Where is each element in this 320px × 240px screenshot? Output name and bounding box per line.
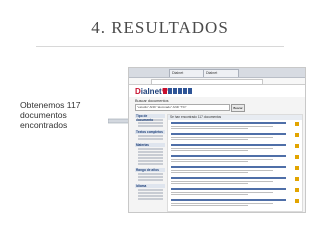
search-label: Buscar documentos — [135, 99, 169, 103]
document-icon — [295, 144, 299, 148]
list-item[interactable] — [171, 133, 299, 142]
nav-item[interactable] — [183, 88, 187, 94]
document-icon — [295, 155, 299, 159]
site-header: Dialnetplus — [129, 85, 305, 97]
filter-section[interactable]: Textos completos — [135, 130, 165, 140]
filter-section[interactable]: Tipo de documento — [135, 114, 165, 127]
nav-item[interactable] — [168, 88, 172, 94]
nav-item[interactable] — [163, 88, 167, 94]
filter-heading: Rango de años — [135, 168, 165, 172]
search-button[interactable]: Buscar — [231, 104, 245, 112]
filter-heading: Textos completos — [135, 130, 165, 134]
browser-tab[interactable]: Dialnet — [169, 69, 205, 77]
list-item[interactable] — [171, 122, 299, 131]
filter-section[interactable]: Rango de años — [135, 168, 165, 181]
document-icon — [295, 188, 299, 192]
document-icon — [295, 122, 299, 126]
document-icon — [295, 177, 299, 181]
document-icon — [295, 133, 299, 137]
list-item[interactable] — [171, 166, 299, 175]
document-icon — [295, 166, 299, 170]
browser-tab[interactable]: Dialnet — [203, 69, 239, 77]
search-area: Buscar documentos "estudio" AND "alumnad… — [135, 99, 299, 112]
nav-item[interactable] — [178, 88, 182, 94]
filter-heading: Idioma — [135, 184, 165, 188]
filter-heading: Tipo de documento — [135, 114, 165, 122]
results-list: Se han encontrado 117 documentos — [167, 114, 303, 212]
list-item[interactable] — [171, 144, 299, 153]
slide-title: 4. RESULTADOS — [91, 18, 229, 37]
title-divider — [36, 46, 284, 47]
document-icon — [295, 199, 299, 203]
list-item[interactable] — [171, 199, 299, 208]
results-count: Se han encontrado 117 documentos — [168, 115, 302, 120]
caption-line: documentos — [20, 110, 67, 120]
search-input[interactable]: "estudio" AND "alumnado" AND "TIC" — [135, 104, 230, 111]
browser-tab-bar: Dialnet Dialnet — [129, 68, 305, 78]
list-item[interactable] — [171, 155, 299, 164]
caption: Obtenemos 117 documentos encontrados — [20, 100, 110, 130]
list-item[interactable] — [171, 188, 299, 197]
nav-item[interactable] — [188, 88, 192, 94]
list-item[interactable] — [171, 177, 299, 186]
address-bar[interactable] — [129, 78, 305, 85]
filter-heading: Materias — [135, 143, 165, 147]
site-nav — [163, 88, 192, 94]
caption-line: Obtenemos 117 — [20, 100, 81, 110]
filter-section[interactable]: Materias — [135, 143, 165, 165]
filter-sidebar: Tipo de documento Textos completos Mater… — [135, 114, 165, 210]
dialnet-screenshot: Dialnet Dialnet Dialnetplus Buscar docum… — [128, 67, 306, 213]
nav-item[interactable] — [173, 88, 177, 94]
filter-section[interactable]: Idioma — [135, 184, 165, 200]
caption-line: encontrados — [20, 120, 68, 130]
